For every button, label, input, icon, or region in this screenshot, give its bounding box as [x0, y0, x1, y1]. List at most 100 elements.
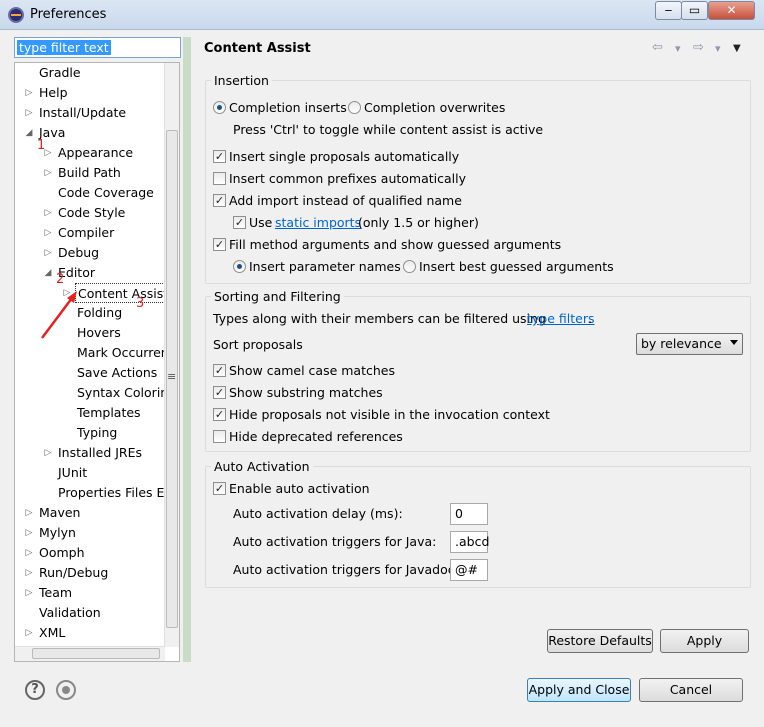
- tree-item[interactable]: Run/Debug: [39, 563, 108, 583]
- java-triggers-input[interactable]: .abcd: [450, 531, 489, 553]
- tree-item[interactable]: Compiler: [58, 223, 114, 243]
- tree-expand-icon[interactable]: ▷: [43, 203, 53, 223]
- use-static-imports-checkbox[interactable]: ✓: [233, 216, 246, 229]
- tree-item[interactable]: Mylyn: [39, 523, 76, 543]
- type-filters-period: .: [588, 311, 592, 326]
- sort-proposals-select[interactable]: by relevance: [636, 333, 743, 355]
- static-imports-link[interactable]: static imports: [275, 215, 361, 230]
- sorting-filtering-group-label: Sorting and Filtering: [211, 289, 344, 304]
- completion-inserts-label: Completion inserts: [229, 100, 347, 115]
- tree-item[interactable]: Properties Files Ed: [58, 483, 172, 503]
- tree-expand-icon[interactable]: ◢: [24, 123, 34, 143]
- tree-expand-icon[interactable]: ▷: [24, 623, 34, 643]
- view-menu-icon[interactable]: ▼: [733, 43, 741, 54]
- tree-expand-icon[interactable]: ◢: [43, 263, 53, 283]
- chevron-down-icon: [730, 340, 738, 345]
- restore-defaults-button[interactable]: Restore Defaults: [547, 629, 653, 653]
- insert-single-proposals-checkbox[interactable]: ✓: [213, 150, 226, 163]
- tree-item[interactable]: Maven: [39, 503, 80, 523]
- insert-best-guessed-radio[interactable]: [403, 260, 416, 273]
- add-import-checkbox[interactable]: ✓: [213, 194, 226, 207]
- hide-deprecated-label: Hide deprecated references: [229, 429, 403, 444]
- scroll-grip-icon: ≡: [167, 370, 177, 383]
- activation-delay-label: Auto activation delay (ms):: [233, 506, 403, 521]
- tree-item[interactable]: Content Assist: [75, 283, 172, 303]
- tree-item[interactable]: Installed JREs: [58, 443, 142, 463]
- insert-parameter-names-label: Insert parameter names: [249, 259, 401, 274]
- apply-button[interactable]: Apply: [660, 629, 749, 653]
- activation-delay-input[interactable]: 0: [450, 503, 488, 525]
- tree-item[interactable]: Oomph: [39, 543, 85, 563]
- java-triggers-label: Auto activation triggers for Java:: [233, 534, 437, 549]
- tree-expand-icon[interactable]: ▷: [24, 543, 34, 563]
- tree-expand-icon[interactable]: ▷: [24, 83, 34, 103]
- maximize-button[interactable]: ▭: [681, 1, 708, 20]
- tree-item[interactable]: XML: [39, 623, 65, 643]
- camel-case-label: Show camel case matches: [229, 363, 395, 378]
- javadoc-triggers-input[interactable]: @#: [450, 559, 488, 581]
- completion-inserts-radio[interactable]: [213, 101, 226, 114]
- substring-matches-checkbox[interactable]: ✓: [213, 386, 226, 399]
- hide-not-visible-checkbox[interactable]: ✓: [213, 408, 226, 421]
- tree-expand-icon[interactable]: ▷: [43, 223, 53, 243]
- tree-item[interactable]: Help: [39, 83, 68, 103]
- page-title: Content Assist: [204, 41, 311, 56]
- tree-item[interactable]: Mark Occurren: [77, 343, 169, 363]
- insert-common-prefixes-checkbox[interactable]: [213, 172, 226, 185]
- help-icon[interactable]: ?: [25, 680, 45, 700]
- window-title: Preferences: [30, 7, 107, 22]
- tree-expand-icon[interactable]: ▷: [43, 243, 53, 263]
- tree-item[interactable]: Syntax Coloring: [77, 383, 176, 403]
- close-window-button[interactable]: ✕: [708, 1, 755, 20]
- type-filters-description: Types along with their members can be fi…: [213, 311, 546, 326]
- tree-expand-icon[interactable]: ▷: [24, 563, 34, 583]
- hide-deprecated-checkbox[interactable]: [213, 430, 226, 443]
- add-import-label: Add import instead of qualified name: [229, 193, 462, 208]
- tree-item[interactable]: Team: [39, 583, 72, 603]
- record-icon[interactable]: [56, 680, 76, 700]
- apply-and-close-button[interactable]: Apply and Close: [527, 678, 631, 702]
- fill-method-arguments-checkbox[interactable]: ✓: [213, 238, 226, 251]
- completion-overwrites-radio[interactable]: [348, 101, 361, 114]
- auto-activation-group-label: Auto Activation: [211, 459, 313, 474]
- filter-input[interactable]: type filter text: [14, 37, 181, 58]
- cancel-button[interactable]: Cancel: [639, 678, 743, 702]
- tree-expand-icon[interactable]: ▷: [43, 163, 53, 183]
- tree-item[interactable]: Folding: [77, 303, 122, 323]
- back-arrow-icon[interactable]: ⇦: [652, 40, 663, 55]
- tree-item[interactable]: Install/Update: [39, 103, 126, 123]
- back-history-dropdown-icon[interactable]: ▾: [675, 42, 681, 55]
- tree-item[interactable]: Validation: [39, 603, 101, 623]
- forward-arrow-icon[interactable]: ⇨: [693, 40, 704, 55]
- tree-horizontal-scroll-thumb[interactable]: [32, 648, 160, 659]
- tree-expand-icon[interactable]: ▷: [24, 523, 34, 543]
- tree-expand-icon[interactable]: ▷: [24, 103, 34, 123]
- camel-case-checkbox[interactable]: ✓: [213, 364, 226, 377]
- tree-item[interactable]: Gradle: [39, 63, 81, 83]
- minimize-button[interactable]: ‒: [655, 1, 682, 20]
- fill-method-arguments-label: Fill method arguments and show guessed a…: [229, 237, 562, 252]
- tree-item[interactable]: Typing: [77, 423, 117, 443]
- tree-expand-icon[interactable]: ▷: [24, 583, 34, 603]
- type-filters-link[interactable]: type filters: [527, 311, 595, 326]
- enable-auto-activation-checkbox[interactable]: ✓: [213, 482, 226, 495]
- use-label: Use: [249, 215, 273, 230]
- tree-item[interactable]: Templates: [77, 403, 141, 423]
- tree-item[interactable]: Code Coverage: [58, 183, 154, 203]
- annotation-number-2: 2: [56, 272, 65, 287]
- tree-item[interactable]: JUnit: [58, 463, 87, 483]
- tree-expand-icon[interactable]: ▷: [24, 503, 34, 523]
- tree-expand-icon[interactable]: ▷: [43, 443, 53, 463]
- filter-input-value: type filter text: [17, 40, 111, 55]
- tree-item[interactable]: Build Path: [58, 163, 121, 183]
- tree-item[interactable]: Appearance: [58, 143, 133, 163]
- pane-divider[interactable]: [183, 37, 191, 662]
- tree-item[interactable]: Save Actions: [77, 363, 157, 383]
- enable-auto-activation-label: Enable auto activation: [229, 481, 370, 496]
- tree-item[interactable]: Hovers: [77, 323, 121, 343]
- insert-common-prefixes-label: Insert common prefixes automatically: [229, 171, 467, 186]
- tree-item[interactable]: Code Style: [58, 203, 125, 223]
- insert-parameter-names-radio[interactable]: [233, 260, 246, 273]
- forward-history-dropdown-icon[interactable]: ▾: [715, 42, 721, 55]
- tree-item[interactable]: Debug: [58, 243, 99, 263]
